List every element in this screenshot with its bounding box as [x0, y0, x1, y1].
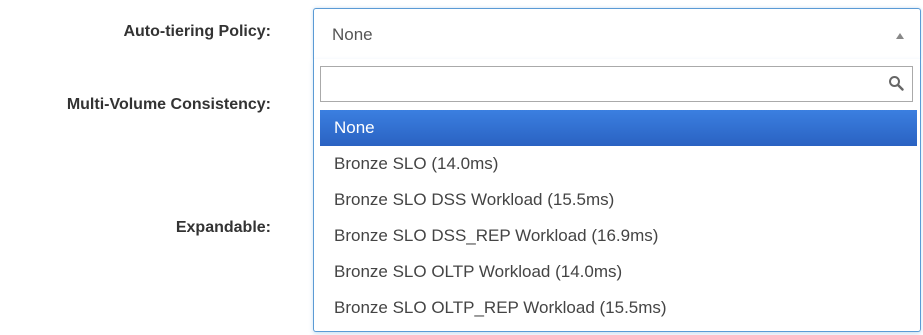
dropdown-option[interactable]: Bronze SLO DSS Workload (15.5ms) [320, 182, 917, 218]
select-current-value: None [332, 25, 373, 44]
form-panel: Auto-tiering Policy: Multi-Volume Consis… [0, 0, 923, 335]
auto-tiering-policy-dropdown: None Bronze SLO (14.0ms) Bronze SLO DSS … [313, 59, 921, 332]
arrow-up-icon[interactable] [896, 33, 904, 39]
auto-tiering-policy-select[interactable]: None [313, 8, 921, 60]
expandable-label: Expandable: [175, 219, 271, 236]
dropdown-search-input[interactable] [321, 67, 881, 101]
dropdown-option[interactable]: Bronze SLO (14.0ms) [320, 146, 917, 182]
dropdown-option[interactable]: Bronze SLO OLTP_REP Workload (15.5ms) [320, 290, 917, 326]
auto-tiering-policy-label: Auto-tiering Policy: [123, 23, 271, 40]
dropdown-option[interactable]: Bronze SLO DSS_REP Workload (16.9ms) [320, 218, 917, 254]
dropdown-options-list: None Bronze SLO (14.0ms) Bronze SLO DSS … [320, 110, 917, 326]
dropdown-option[interactable]: Bronze SLO OLTP Workload (14.0ms) [320, 254, 917, 290]
multi-volume-consistency-label: Multi-Volume Consistency: [66, 96, 271, 113]
search-icon [889, 76, 904, 91]
dropdown-search-box[interactable] [320, 66, 913, 102]
dropdown-option[interactable]: None [320, 110, 917, 146]
